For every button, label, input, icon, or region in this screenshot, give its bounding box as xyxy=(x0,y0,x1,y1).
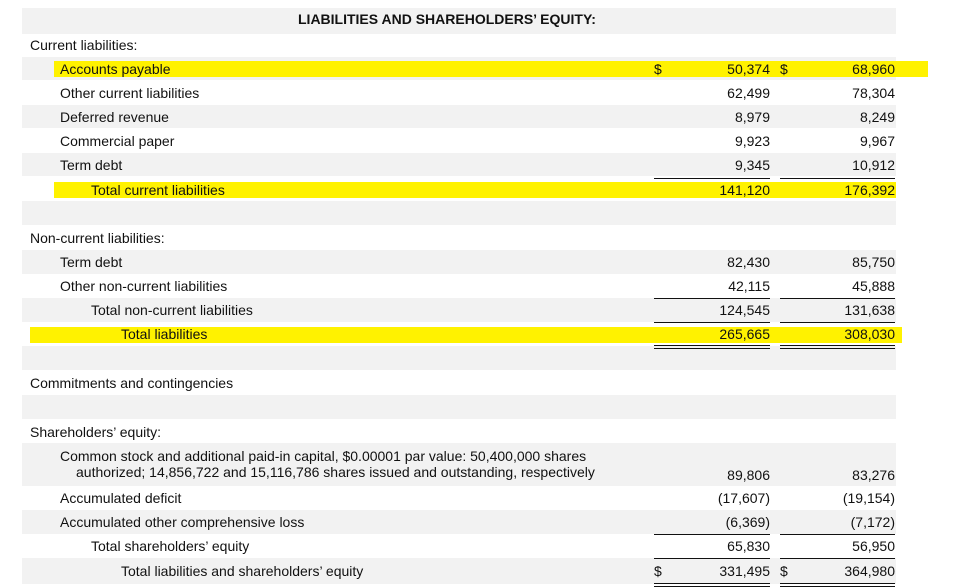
double-rule xyxy=(780,345,895,349)
value-col1: 141,120 xyxy=(719,182,770,198)
value-col1: 50,374 xyxy=(727,61,770,77)
value-col1: 42,115 xyxy=(728,278,770,294)
table-row: Accumulated other comprehensive loss (6,… xyxy=(0,510,966,534)
row-band xyxy=(22,395,896,419)
row-label: Accumulated other comprehensive loss xyxy=(60,514,305,530)
table-row: Term debt 9,345 10,912 xyxy=(0,153,966,177)
value-col2: 56,950 xyxy=(852,538,895,554)
value-col1: 62,499 xyxy=(727,85,770,101)
row-label-line1: Common stock and additional paid-in capi… xyxy=(60,448,587,464)
equity-heading-row: Shareholders’ equity: xyxy=(0,420,966,444)
row-label: Accumulated deficit xyxy=(60,490,182,506)
row-band xyxy=(22,201,896,225)
section-heading: Non-current liabilities: xyxy=(30,230,165,246)
double-rule xyxy=(780,583,895,587)
row-label: Total non-current liabilities xyxy=(91,302,253,318)
value-col2: 78,304 xyxy=(852,85,895,101)
value-col2: 68,960 xyxy=(852,61,895,77)
noncurrent-heading-row: Non-current liabilities: xyxy=(0,226,966,250)
value-col1: 8,979 xyxy=(734,109,770,125)
section-heading: Shareholders’ equity: xyxy=(30,424,162,440)
value-col1: 9,923 xyxy=(734,133,770,149)
value-col1: 331,495 xyxy=(719,563,770,579)
value-col2: 176,392 xyxy=(844,182,895,198)
row-label: Total liabilities xyxy=(121,326,208,342)
value-col1: 9,345 xyxy=(734,157,770,173)
value-col2: 364,980 xyxy=(844,563,895,579)
table-row: Common stock and additional paid-in capi… xyxy=(0,448,966,484)
row-band xyxy=(22,346,896,370)
table-row: Other current liabilities 62,499 78,304 xyxy=(0,81,966,105)
row-label: Commercial paper xyxy=(60,133,175,149)
value-col1: 124,545 xyxy=(719,302,770,318)
section-heading: Current liabilities: xyxy=(30,37,138,53)
row-label: Commitments and contingencies xyxy=(30,375,234,391)
current-liabilities-heading-row: Current liabilities: xyxy=(0,33,966,57)
table-row-total: Total non-current liabilities 124,545 13… xyxy=(0,298,966,322)
row-label: Accounts payable xyxy=(60,61,171,77)
row-label: Deferred revenue xyxy=(60,109,169,125)
value-col2: 83,276 xyxy=(852,467,895,483)
currency-symbol: $ xyxy=(780,61,788,77)
value-col2: (7,172) xyxy=(850,514,895,530)
table-row-total: Total current liabilities 141,120 176,39… xyxy=(0,178,966,202)
balance-sheet: LIABILITIES AND SHAREHOLDERS’ EQUITY: Cu… xyxy=(0,0,966,588)
row-label: Term debt xyxy=(60,254,123,270)
value-col1: (17,607) xyxy=(717,490,770,506)
table-row-total: Total shareholders’ equity 65,830 56,950 xyxy=(0,534,966,558)
table-row-grand-total: Total liabilities and shareholders’ equi… xyxy=(0,559,966,583)
value-col2: (19,154) xyxy=(842,490,895,506)
currency-symbol: $ xyxy=(654,563,662,579)
value-col2: 131,638 xyxy=(844,302,895,318)
row-label: Total shareholders’ equity xyxy=(91,538,250,554)
table-row: Accumulated deficit (17,607) (19,154) xyxy=(0,486,966,510)
double-rule xyxy=(654,345,770,349)
double-rule xyxy=(654,583,770,587)
currency-symbol: $ xyxy=(654,61,662,77)
table-row: Other non-current liabilities 42,115 45,… xyxy=(0,274,966,298)
table-row: Accounts payable $ 50,374 $ 68,960 xyxy=(0,57,966,81)
section-title: LIABILITIES AND SHAREHOLDERS’ EQUITY: xyxy=(298,11,596,27)
value-col2: 10,912 xyxy=(852,157,895,173)
value-col2: 9,967 xyxy=(859,133,895,149)
row-label: Total liabilities and shareholders’ equi… xyxy=(121,563,364,579)
commitments-row: Commitments and contingencies xyxy=(0,371,966,395)
row-label: Term debt xyxy=(60,157,123,173)
value-col1: (6,369) xyxy=(725,514,770,530)
table-row: Commercial paper 9,923 9,967 xyxy=(0,129,966,153)
value-col2: 45,888 xyxy=(852,278,895,294)
row-label: Other non-current liabilities xyxy=(60,278,228,294)
currency-symbol: $ xyxy=(780,563,788,579)
value-col1: 82,430 xyxy=(727,254,770,270)
table-row: Term debt 82,430 85,750 xyxy=(0,250,966,274)
value-col2: 85,750 xyxy=(852,254,895,270)
value-col2: 308,030 xyxy=(844,326,895,342)
table-row-total: Total liabilities 265,665 308,030 xyxy=(0,322,966,346)
value-col1: 265,665 xyxy=(719,326,770,342)
row-label: Other current liabilities xyxy=(60,85,200,101)
row-label-line2: authorized; 14,856,722 and 15,116,786 sh… xyxy=(76,464,595,480)
value-col2: 8,249 xyxy=(859,109,895,125)
value-col1: 89,806 xyxy=(727,467,770,483)
row-label: Total current liabilities xyxy=(91,182,225,198)
table-row: Deferred revenue 8,979 8,249 xyxy=(0,105,966,129)
value-col1: 65,830 xyxy=(727,538,770,554)
